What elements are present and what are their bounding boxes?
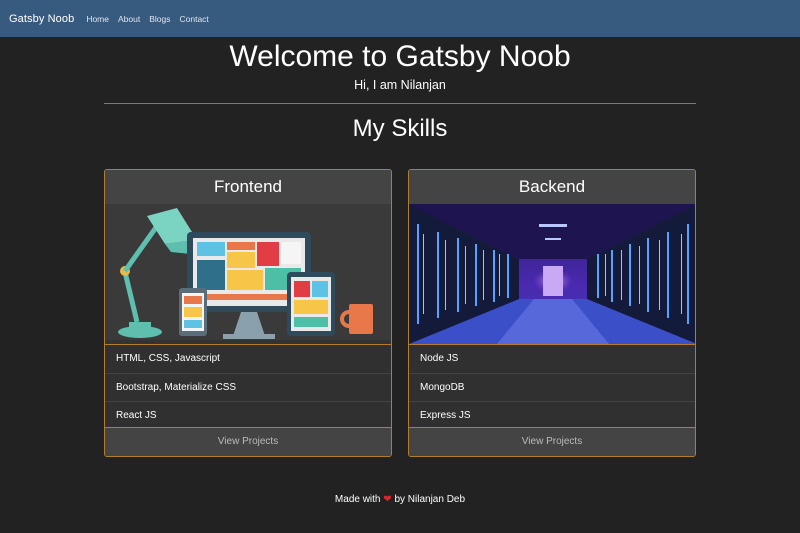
heart-icon: ❤: [383, 494, 392, 505]
footer-prefix: Made with: [334, 494, 381, 505]
nav-link-about[interactable]: About: [118, 14, 140, 24]
view-projects-button[interactable]: View Projects: [105, 427, 391, 456]
skills-title: My Skills: [352, 115, 448, 142]
frontend-card: Frontend HTML, CSS, Javascript Bootstrap…: [104, 169, 392, 457]
footer-suffix: by Nilanjan Deb: [394, 494, 466, 505]
page-title: Welcome to Gatsby Noob: [229, 40, 571, 73]
backend-card: Backend Node JS MongoDB Express JS View …: [408, 169, 696, 457]
server-room-image: [409, 204, 695, 344]
nav-link-home[interactable]: Home: [86, 14, 109, 24]
card-title: Backend: [409, 170, 695, 204]
navbar: Gatsby Noob Home About Blogs Contact: [0, 0, 800, 37]
divider: [104, 103, 696, 104]
navbar-brand[interactable]: Gatsby Noob: [9, 13, 74, 25]
frontend-illustration: [105, 204, 391, 344]
page-subtitle: Hi, I am Nilanjan: [354, 78, 446, 92]
nav-link-contact[interactable]: Contact: [179, 14, 208, 24]
list-item: React JS: [105, 401, 391, 430]
list-item: HTML, CSS, Javascript: [105, 344, 391, 373]
list-item: Express JS: [409, 401, 695, 430]
card-title: Frontend: [105, 170, 391, 204]
nav-link-blogs[interactable]: Blogs: [149, 14, 170, 24]
list-item: Node JS: [409, 344, 695, 373]
list-item: MongoDB: [409, 372, 695, 401]
view-projects-button[interactable]: View Projects: [409, 427, 695, 456]
list-item: Bootstrap, Materialize CSS: [105, 372, 391, 401]
page-footer: Made with ❤ by Nilanjan Deb: [0, 494, 800, 505]
